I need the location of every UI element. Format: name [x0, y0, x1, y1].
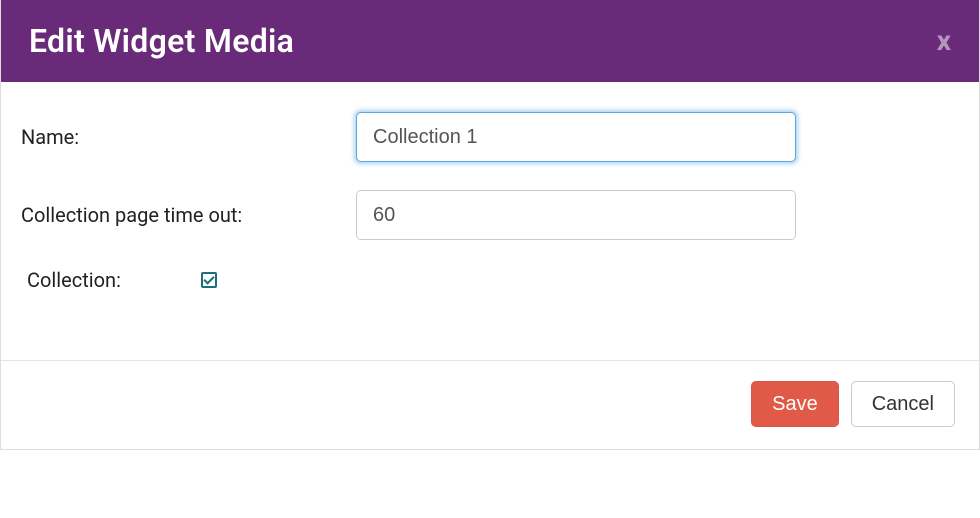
- dialog-header: Edit Widget Media x: [1, 0, 979, 82]
- collection-row: Collection:: [21, 268, 959, 292]
- timeout-label: Collection page time out:: [21, 203, 356, 227]
- name-label: Name:: [21, 125, 356, 149]
- timeout-input[interactable]: [356, 190, 796, 240]
- cancel-button[interactable]: Cancel: [851, 381, 955, 427]
- collection-checkbox-wrapper: [201, 272, 217, 288]
- dialog-body: Name: Collection page time out: Collecti…: [1, 82, 979, 360]
- edit-widget-media-dialog: Edit Widget Media x Name: Collection pag…: [0, 0, 980, 450]
- collection-label: Collection:: [21, 268, 201, 292]
- dialog-footer: Save Cancel: [1, 360, 979, 449]
- close-icon[interactable]: x: [937, 27, 951, 55]
- save-button[interactable]: Save: [751, 381, 839, 427]
- dialog-title: Edit Widget Media: [29, 22, 294, 60]
- name-row: Name:: [21, 112, 959, 162]
- timeout-row: Collection page time out:: [21, 190, 959, 240]
- collection-checkbox[interactable]: [201, 272, 217, 288]
- name-input[interactable]: [356, 112, 796, 162]
